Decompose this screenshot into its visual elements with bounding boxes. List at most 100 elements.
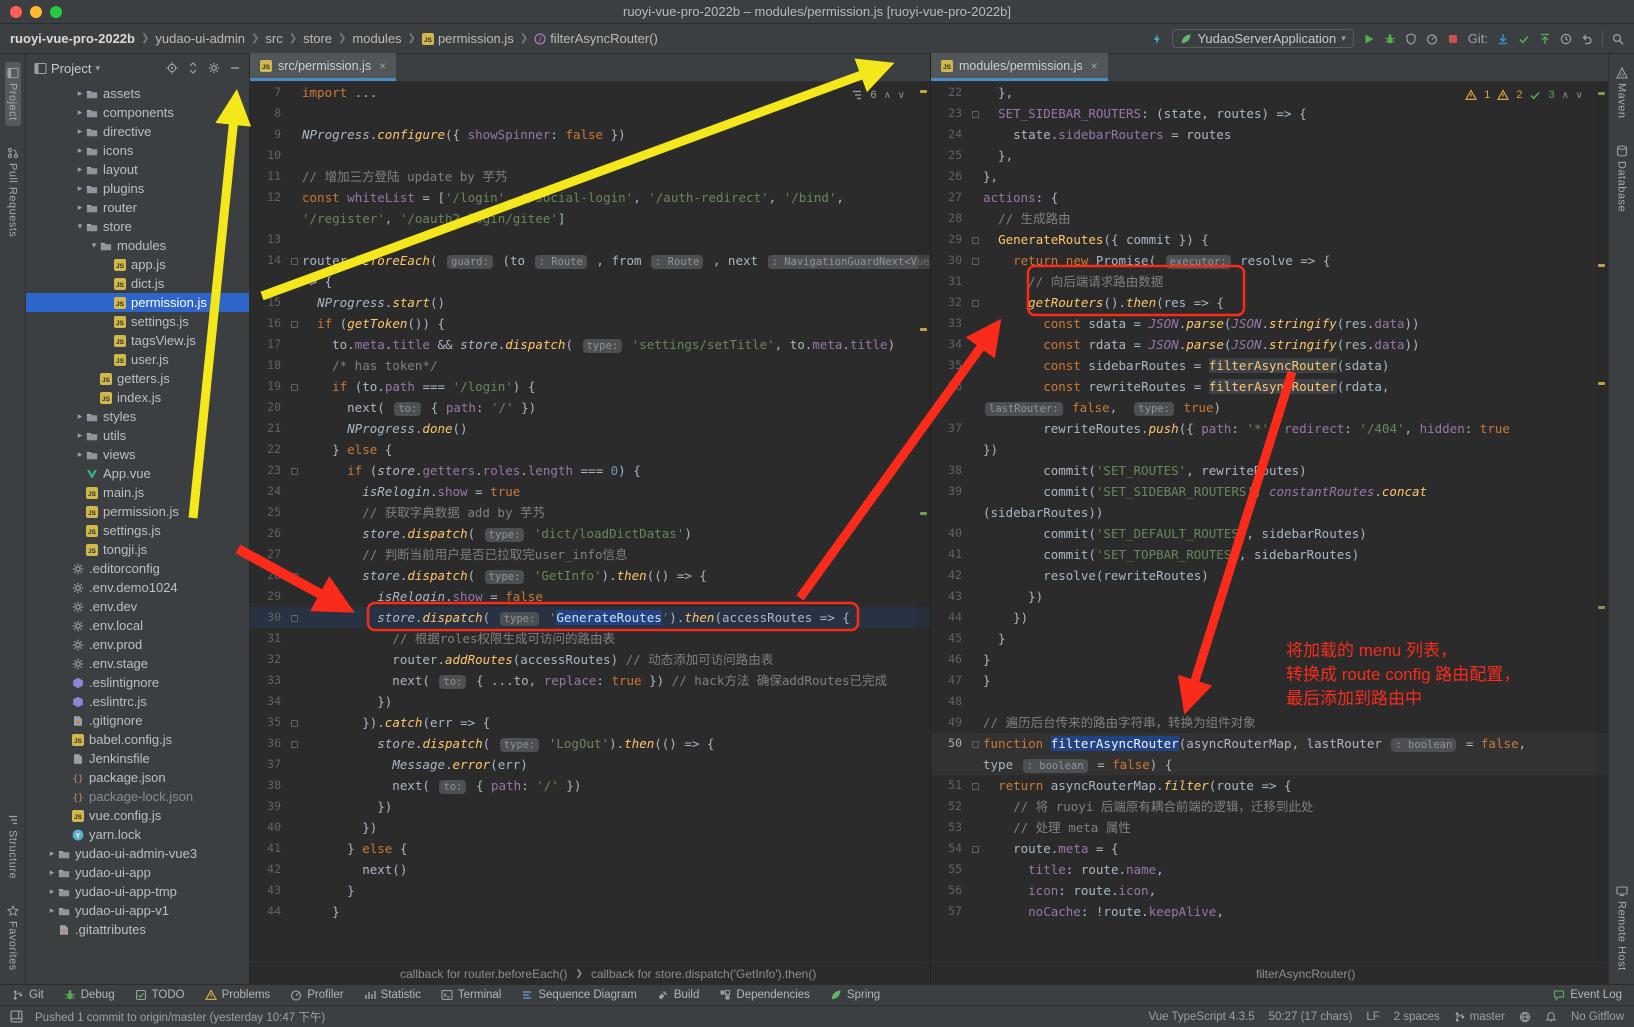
code-line[interactable]: 40 commit('SET_DEFAULT_ROUTES', sidebarR… — [931, 523, 1608, 544]
tree-chevron-icon[interactable]: ▸ — [74, 145, 86, 156]
reload-icon[interactable] — [1151, 33, 1163, 45]
commit-button-icon[interactable] — [1518, 33, 1530, 45]
project-tree-item[interactable]: ▸yudao-ui-app-tmp — [26, 882, 249, 901]
project-tree-item[interactable]: Yyarn.lock — [26, 825, 249, 844]
code-line[interactable]: 43 } — [250, 880, 930, 901]
code-line[interactable]: 42 resolve(rewriteRoutes) — [931, 565, 1608, 586]
project-tree-item[interactable]: ▸assets — [26, 84, 249, 103]
status-bell-icon[interactable] — [1545, 1011, 1557, 1023]
update-project-button-icon[interactable] — [1497, 33, 1509, 45]
code-line[interactable]: 32 router.addRoutes(accessRoutes) // 动态添… — [250, 649, 930, 670]
tree-chevron-icon[interactable]: ▸ — [74, 107, 86, 118]
project-tree-item[interactable]: JSindex.js — [26, 388, 249, 407]
code-line[interactable]: 32 getRouters().then(res => { — [931, 292, 1608, 313]
project-tree-item[interactable]: JSsettings.js — [26, 521, 249, 540]
code-line[interactable]: 8 — [250, 103, 930, 124]
code-line[interactable]: 53 // 处理 meta 属性 — [931, 817, 1608, 838]
code-line[interactable]: 31 // 根据roles权限生成可访问的路由表 — [250, 628, 930, 649]
project-tree-item[interactable]: JSpermission.js — [26, 293, 249, 312]
status-vue-typescript-4-3-5[interactable]: Vue TypeScript 4.3.5 — [1148, 1011, 1254, 1023]
project-tree-item[interactable]: JSbabel.config.js — [26, 730, 249, 749]
fold-marker[interactable] — [286, 313, 302, 334]
status-2-spaces[interactable]: 2 spaces — [1394, 1011, 1440, 1023]
code-line[interactable]: 39 commit('SET_SIDEBAR_ROUTERS', constan… — [931, 481, 1608, 502]
code-line[interactable]: 44 } — [250, 901, 930, 922]
tool-stripe-button-database[interactable]: Database — [1614, 140, 1630, 217]
tree-chevron-icon[interactable]: ▸ — [74, 449, 86, 460]
code-line[interactable]: 24 state.sidebarRouters = routes — [931, 124, 1608, 145]
code-line[interactable]: 37 Message.error(err) — [250, 754, 930, 775]
editor-breadcrumb-left[interactable]: callback for router.beforeEach()❯callbac… — [250, 962, 930, 984]
tool-window-button-statistic[interactable]: Statistic — [364, 989, 421, 1001]
code-line[interactable]: 41 commit('SET_TOPBAR_ROUTES', sidebarRo… — [931, 544, 1608, 565]
tree-chevron-icon[interactable]: ▸ — [46, 886, 58, 897]
tool-window-button-sequence-diagram[interactable]: Sequence Diagram — [521, 989, 636, 1001]
code-line[interactable]: 19 if (to.path === '/login') { — [250, 376, 930, 397]
code-line[interactable]: 43 }) — [931, 586, 1608, 607]
expand-collapse-button-icon[interactable] — [187, 62, 199, 74]
tool-stripe-button-project[interactable]: Project — [5, 62, 21, 126]
tool-window-button-event-log[interactable]: Event Log — [1553, 989, 1622, 1001]
project-tree-item[interactable]: ▸directive — [26, 122, 249, 141]
inspection-widget-right[interactable]: 123∧ ∨ — [1458, 87, 1592, 103]
project-tree-item[interactable]: ▸icons — [26, 141, 249, 160]
project-tree-item[interactable]: {}package-lock.json — [26, 787, 249, 806]
code-line[interactable]: 40 }) — [250, 817, 930, 838]
code-line[interactable]: 7import ... — [250, 82, 930, 103]
code-line[interactable]: 42 next() — [250, 859, 930, 880]
project-tree-item[interactable]: ▸yudao-ui-admin-vue3 — [26, 844, 249, 863]
code-line[interactable]: 46} — [931, 649, 1608, 670]
code-line[interactable]: 38 next( to: { path: '/' }) — [250, 775, 930, 796]
project-tree-item[interactable]: {}package.json — [26, 768, 249, 787]
search-everywhere-button-icon[interactable] — [1612, 33, 1624, 45]
history-button-icon[interactable] — [1560, 33, 1572, 45]
code-line[interactable]: 16 if (getToken()) { — [250, 313, 930, 334]
code-line[interactable]: 13 — [250, 229, 930, 250]
tool-window-button-dependencies[interactable]: Dependencies — [719, 989, 810, 1001]
code-line[interactable]: 38 commit('SET_ROUTES', rewriteRoutes) — [931, 460, 1608, 481]
project-tree-item[interactable]: ▾modules — [26, 236, 249, 255]
prev-next-chevrons[interactable]: ∧ ∨ — [884, 90, 907, 101]
code-line[interactable]: 27 // 判断当前用户是否已拉取完user_info信息 — [250, 544, 930, 565]
project-tree-item[interactable]: .eslintignore — [26, 673, 249, 692]
code-line[interactable]: type : boolean = false) { — [931, 754, 1608, 775]
code-line[interactable]: => { — [250, 271, 930, 292]
status-globe-icon[interactable] — [1519, 1011, 1531, 1023]
status-lf[interactable]: LF — [1366, 1011, 1379, 1023]
inspection-widget-left[interactable]: 6 ∧ ∨ — [844, 87, 914, 103]
tree-chevron-icon[interactable]: ▸ — [74, 202, 86, 213]
code-line[interactable]: '/register', '/oauth2-login/gitee'] — [250, 208, 930, 229]
project-tree-item[interactable]: JSpermission.js — [26, 502, 249, 521]
project-tree-item[interactable]: .env.dev — [26, 597, 249, 616]
code-line[interactable]: 30 return new Promise( executor: resolve… — [931, 250, 1608, 271]
minimize-window-button[interactable] — [30, 6, 42, 18]
tool-stripe-button-favorites[interactable]: Favorites — [5, 900, 21, 976]
code-line[interactable]: 14router.beforeEach( guard: (to : Route … — [250, 250, 930, 271]
code-line[interactable]: 28 // 生成路由 — [931, 208, 1608, 229]
project-tree-item[interactable]: ▸layout — [26, 160, 249, 179]
code-line[interactable]: 52 // 将 ruoyi 后端原有耦合前端的逻辑，迁移到此处 — [931, 796, 1608, 817]
status-no-gitflow[interactable]: No Gitflow — [1571, 1011, 1624, 1023]
project-tree-item[interactable]: JSgetters.js — [26, 369, 249, 388]
code-line[interactable]: 35 const sidebarRoutes = filterAsyncRout… — [931, 355, 1608, 376]
fold-marker[interactable] — [967, 250, 983, 271]
fold-marker[interactable] — [967, 103, 983, 124]
tree-chevron-icon[interactable]: ▾ — [74, 221, 86, 232]
code-line[interactable]: }) — [931, 439, 1608, 460]
tool-window-button-profiler[interactable]: Profiler — [290, 989, 343, 1001]
code-line[interactable]: 29 isRelogin.show = false — [250, 586, 930, 607]
fold-marker[interactable] — [286, 733, 302, 754]
editor-breadcrumb-item[interactable]: callback for router.beforeEach() — [400, 967, 567, 981]
profiler-button-icon[interactable] — [1426, 33, 1438, 45]
project-tree-item[interactable]: JSvue.config.js — [26, 806, 249, 825]
code-line[interactable]: 23 SET_SIDEBAR_ROUTERS: (state, routes) … — [931, 103, 1608, 124]
project-tree-item[interactable]: .editorconfig — [26, 559, 249, 578]
code-line[interactable]: 17 to.meta.title && store.dispatch( type… — [250, 334, 930, 355]
code-line[interactable]: 50function filterAsyncRouter(asyncRouter… — [931, 733, 1608, 754]
editor-right[interactable]: 22 },23 SET_SIDEBAR_ROUTERS: (state, rou… — [931, 82, 1608, 962]
code-line[interactable]: 24 isRelogin.show = true — [250, 481, 930, 502]
project-tree-item[interactable]: ▸utils — [26, 426, 249, 445]
editor-breadcrumb-item[interactable]: callback for store.dispatch('GetInfo').t… — [591, 967, 816, 981]
project-tree-item[interactable]: ▸plugins — [26, 179, 249, 198]
run-button-icon[interactable] — [1363, 33, 1375, 45]
